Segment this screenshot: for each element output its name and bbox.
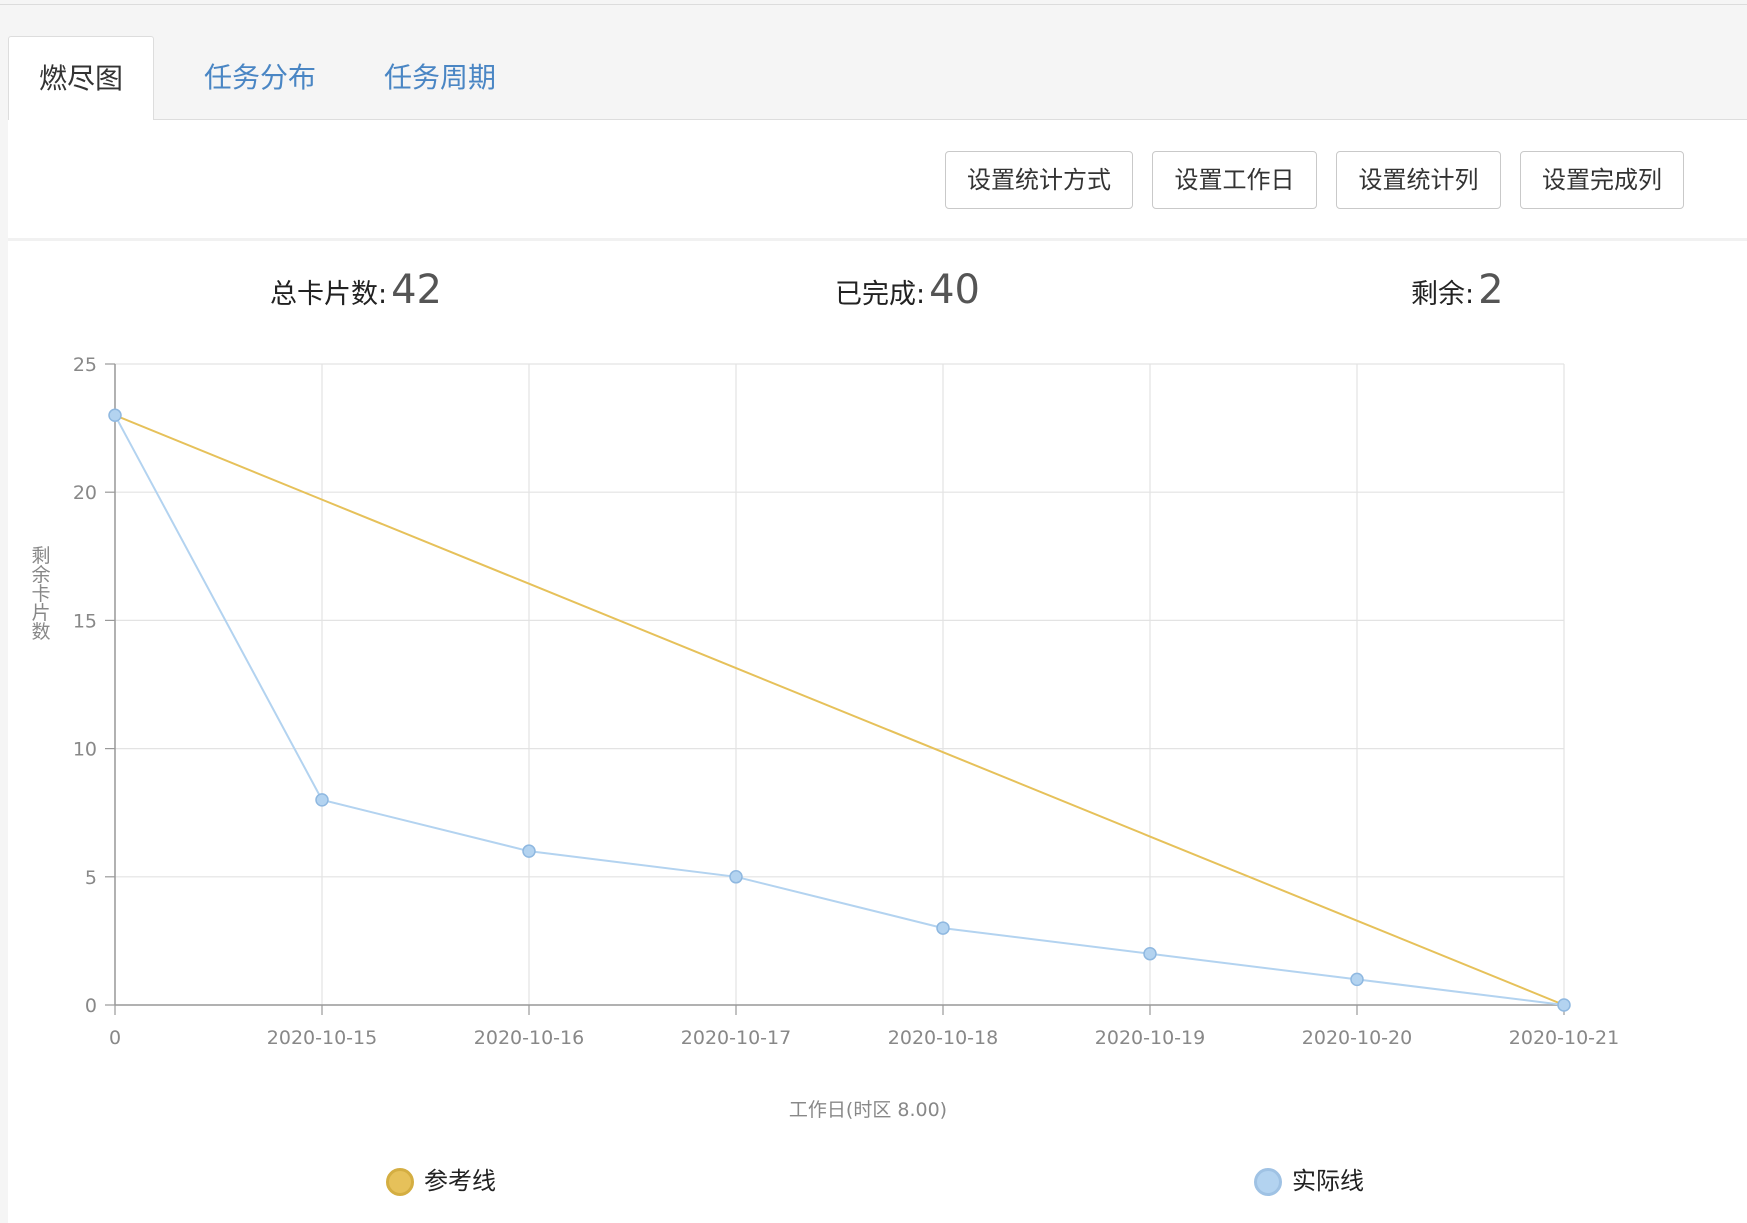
y-tick-label: 5 <box>85 867 97 889</box>
y-axis-label: 剩余卡片数 <box>31 545 50 643</box>
x-tick-label: 0 <box>109 1027 121 1049</box>
reference-line <box>114 414 1565 1006</box>
actual-point[interactable] <box>108 408 122 423</box>
actual-point[interactable] <box>1557 998 1571 1012</box>
legend-reference-line[interactable]: 参考线 <box>386 1163 496 1199</box>
y-tick-label: 25 <box>73 354 97 376</box>
y-tick-label: 20 <box>73 482 97 504</box>
actual-point[interactable] <box>315 793 329 807</box>
legend-reference-label: 参考线 <box>424 1167 496 1195</box>
chart-ticks: 0 5 10 15 20 25 0 2020-10-15 2020-10-16 2020-10-1… <box>73 354 1619 1049</box>
actual-point[interactable] <box>1350 972 1364 987</box>
legend-reference-dot <box>386 1168 414 1196</box>
legend-actual-label: 实际线 <box>1292 1167 1364 1195</box>
y-tick-label: 10 <box>73 739 97 761</box>
x-tick-label: 2020-10-20 <box>1302 1027 1412 1049</box>
x-axis-label: 工作日(时区 8.00) <box>789 1099 947 1121</box>
actual-point[interactable] <box>729 870 743 884</box>
chart-axes <box>114 364 1564 1006</box>
x-tick-label: 2020-10-15 <box>267 1027 377 1049</box>
y-tick-label: 0 <box>85 995 97 1017</box>
x-tick-label: 2020-10-18 <box>888 1027 998 1049</box>
chart-grid <box>114 363 1565 1006</box>
x-tick-label: 2020-10-19 <box>1095 1027 1205 1049</box>
actual-point[interactable] <box>1143 946 1157 961</box>
x-tick-label: 2020-10-17 <box>681 1027 791 1049</box>
x-tick-label: 2020-10-21 <box>1509 1027 1619 1049</box>
x-tick-label: 2020-10-16 <box>474 1027 584 1049</box>
chart-series <box>108 408 1571 1012</box>
burndown-chart: 0 5 10 15 20 25 0 2020-10-15 2020-10-16 2020-10-1… <box>31 354 1619 1121</box>
legend-actual-line[interactable]: 实际线 <box>1254 1163 1364 1199</box>
actual-point[interactable] <box>936 921 950 935</box>
legend-actual-dot <box>1254 1168 1282 1196</box>
y-tick-label: 15 <box>73 610 97 632</box>
actual-point[interactable] <box>522 844 536 858</box>
